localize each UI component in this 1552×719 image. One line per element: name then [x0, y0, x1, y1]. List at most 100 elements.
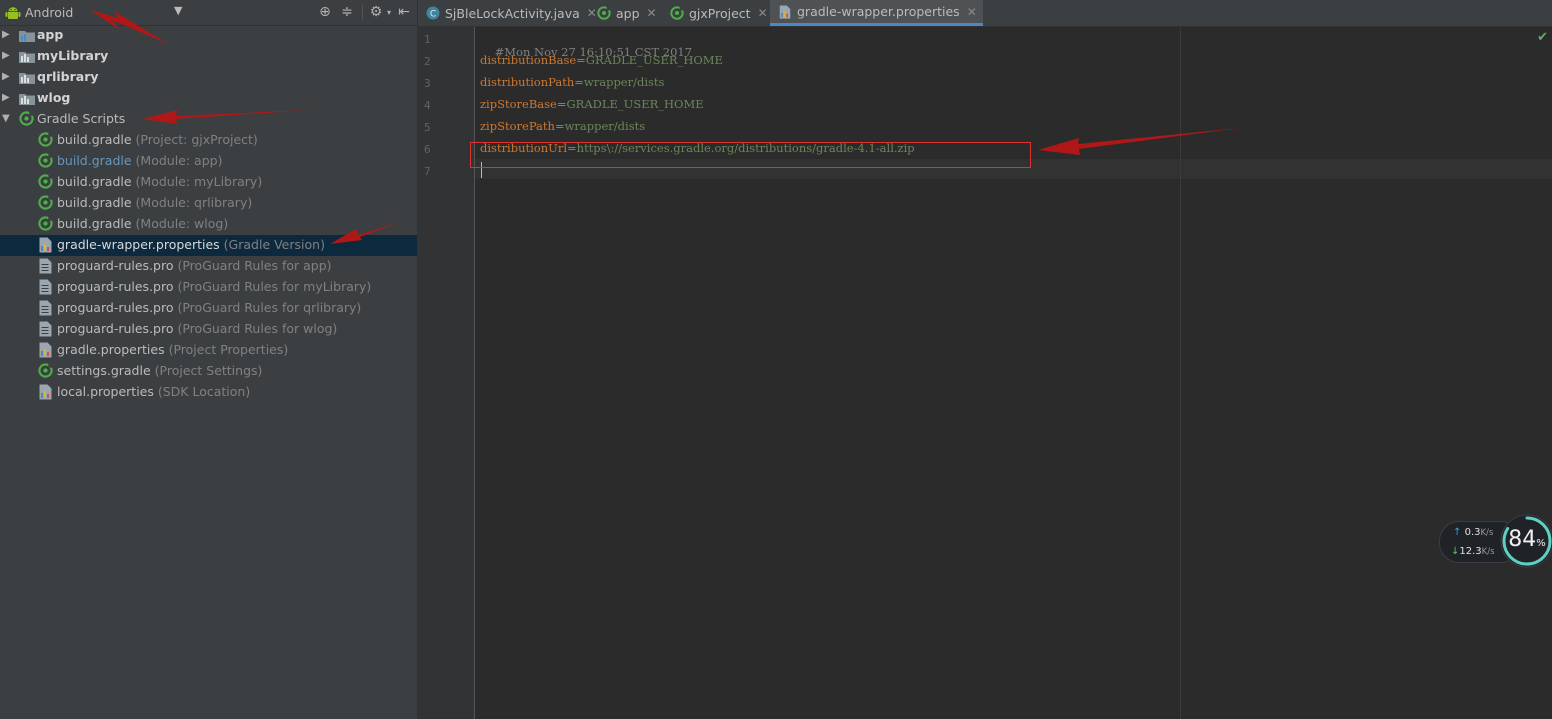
tree-item-module[interactable]: ▶ app — [0, 25, 417, 46]
collapsed-arrow-icon[interactable]: ▶ — [2, 50, 10, 61]
tree-item-gradle-scripts[interactable]: ▼ Gradle Scripts — [0, 109, 417, 130]
gradle-file-icon — [38, 216, 53, 231]
gradle-file-icon — [38, 153, 53, 168]
code-line[interactable]: zipStoreBase=GRADLE_USER_HOME — [480, 97, 704, 111]
percent-sign: % — [1536, 538, 1546, 549]
dropdown-arrow-icon[interactable]: ▼ — [174, 4, 182, 17]
tree-item-file[interactable]: build.gradle (Module: qrlibrary) — [0, 193, 417, 214]
upload-value: 0.3 — [1464, 527, 1481, 538]
tree-item-note: (Module: myLibrary) — [135, 174, 263, 189]
tab-sjblelockactivity[interactable]: C SjBleLockActivity.java ✕ — [426, 0, 597, 26]
code-line[interactable]: zipStorePath=wrapper/dists — [480, 119, 645, 133]
tree-item-label: gradle-wrapper.properties — [57, 237, 220, 252]
tree-item-file[interactable]: gradle.properties (Project Properties) — [0, 340, 417, 361]
download-speed: ↓12.3K/s — [1451, 546, 1495, 557]
tab-label: app — [616, 5, 640, 21]
tree-item-note: (Module: app) — [135, 153, 223, 168]
editor-tab-bar: C SjBleLockActivity.java ✕ app ✕ gjxProj… — [418, 0, 1552, 27]
tree-item-file[interactable]: build.gradle (Project: gjxProject) — [0, 130, 417, 151]
tree-item-label: build.gradle — [57, 153, 132, 168]
inspection-ok-icon[interactable]: ✔ — [1537, 30, 1548, 45]
tree-item-label: build.gradle — [57, 132, 132, 147]
properties-icon — [779, 4, 791, 19]
tree-item-label: build.gradle — [57, 195, 132, 210]
network-monitor-widget[interactable]: ↑ 0.3K/s ↓12.3K/s 84% — [1437, 513, 1552, 569]
property-key: zipStorePath — [480, 119, 555, 133]
project-toolbar: Android ▼ ⊕ ≑ ⚙ ▾ ⇤ — [0, 0, 417, 26]
tree-item-file[interactable]: build.gradle (Module: app) — [0, 151, 417, 172]
tree-item-note: (Module: qrlibrary) — [135, 195, 253, 210]
tree-item-note: (Gradle Version) — [223, 237, 325, 252]
right-margin-guide — [1180, 27, 1181, 719]
tree-item-label: local.properties — [57, 384, 154, 399]
tree-item-label: gradle.properties — [57, 342, 165, 357]
expanded-arrow-icon[interactable]: ▼ — [2, 113, 10, 124]
tree-item-label: build.gradle — [57, 174, 132, 189]
tree-item-file[interactable]: proguard-rules.pro (ProGuard Rules for q… — [0, 298, 417, 319]
collapsed-arrow-icon[interactable]: ▶ — [2, 71, 10, 82]
tab-label: gjxProject — [689, 5, 751, 21]
android-icon — [5, 7, 21, 19]
download-unit: K/s — [1481, 547, 1495, 557]
property-separator: = — [574, 75, 584, 89]
tree-item-label: app — [37, 27, 64, 42]
property-value: wrapper/dists — [564, 119, 646, 133]
download-value: 12.3 — [1459, 546, 1482, 557]
close-icon[interactable]: ✕ — [758, 6, 768, 20]
annotation-highlight-box — [470, 142, 1031, 168]
gradle-file-icon — [38, 174, 53, 189]
tree-item-file[interactable]: proguard-rules.pro (ProGuard Rules for a… — [0, 256, 417, 277]
tree-item-module[interactable]: ▶ qrlibrary — [0, 67, 417, 88]
close-icon[interactable]: ✕ — [967, 5, 977, 19]
tree-item-file[interactable]: build.gradle (Module: myLibrary) — [0, 172, 417, 193]
toolbar-divider — [362, 5, 363, 20]
tab-app[interactable]: app ✕ — [597, 0, 657, 26]
project-panel: Android ▼ ⊕ ≑ ⚙ ▾ ⇤ ▶ app ▶ myLibrary ▶ … — [0, 0, 418, 719]
code-line[interactable]: distributionBase=GRADLE_USER_HOME — [480, 53, 723, 67]
module-folder-icon — [19, 94, 35, 105]
code-editor[interactable]: ✔ #Mon Nov 27 16:10:51 CST 2017 distribu… — [475, 27, 1552, 719]
scroll-from-source-icon[interactable]: ⊕ — [317, 4, 333, 20]
gradle-file-icon — [38, 363, 53, 378]
module-folder-icon — [19, 73, 35, 84]
line-number: 2 — [424, 55, 431, 68]
tree-item-file-selected[interactable]: gradle-wrapper.properties (Gradle Versio… — [0, 235, 417, 256]
tree-item-label: build.gradle — [57, 216, 132, 231]
text-file-icon — [39, 300, 52, 316]
tree-item-module[interactable]: ▶ wlog — [0, 88, 417, 109]
close-icon[interactable]: ✕ — [647, 6, 657, 20]
upload-speed: ↑ 0.3K/s — [1453, 527, 1493, 538]
text-file-icon — [39, 321, 52, 337]
svg-text:C: C — [430, 10, 436, 20]
text-file-icon — [39, 258, 52, 274]
tree-item-file[interactable]: settings.gradle (Project Settings) — [0, 361, 417, 382]
properties-file-icon — [39, 342, 52, 358]
upload-unit: K/s — [1480, 528, 1494, 538]
collapsed-arrow-icon[interactable]: ▶ — [2, 29, 10, 40]
line-number: 4 — [424, 99, 431, 112]
tree-item-module[interactable]: ▶ myLibrary — [0, 46, 417, 67]
hide-panel-icon[interactable]: ⇤ — [396, 4, 412, 20]
tree-item-label: myLibrary — [37, 48, 109, 63]
tab-gradle-wrapper-properties[interactable]: gradle-wrapper.properties ✕ — [770, 0, 983, 26]
close-icon[interactable]: ✕ — [587, 6, 597, 20]
upload-arrow-icon: ↑ — [1453, 527, 1462, 538]
tree-item-file[interactable]: proguard-rules.pro (ProGuard Rules for w… — [0, 319, 417, 340]
collapse-all-icon[interactable]: ≑ — [339, 4, 355, 20]
tree-item-label: proguard-rules.pro — [57, 321, 174, 336]
tree-item-file[interactable]: local.properties (SDK Location) — [0, 382, 417, 403]
code-line[interactable] — [480, 163, 495, 205]
view-select[interactable]: Android — [25, 5, 73, 20]
collapsed-arrow-icon[interactable]: ▶ — [2, 92, 10, 103]
code-line[interactable]: distributionPath=wrapper/dists — [480, 75, 664, 89]
tree-item-label: proguard-rules.pro — [57, 258, 174, 273]
settings-dropdown-icon[interactable]: ▾ — [381, 4, 397, 20]
property-value: GRADLE_USER_HOME — [585, 53, 723, 67]
line-number: 1 — [424, 33, 431, 46]
tab-gjxproject[interactable]: gjxProject ✕ — [670, 0, 768, 26]
tree-item-note: (ProGuard Rules for myLibrary) — [177, 279, 372, 294]
property-separator: = — [576, 53, 586, 67]
tree-item-file[interactable]: build.gradle (Module: wlog) — [0, 214, 417, 235]
tree-item-file[interactable]: proguard-rules.pro (ProGuard Rules for m… — [0, 277, 417, 298]
tree-item-note: (Project Settings) — [154, 363, 263, 378]
